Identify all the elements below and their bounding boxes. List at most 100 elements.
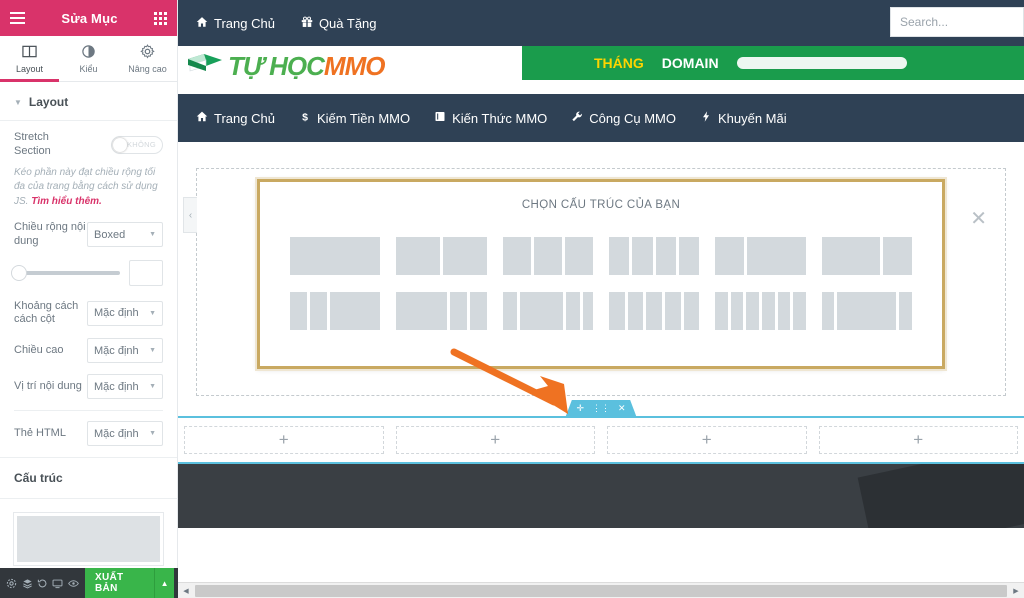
learn-more-link[interactable]: Tìm hiểu thêm. [31, 196, 102, 207]
chevron-down-icon: ▼ [149, 430, 156, 437]
divider [14, 410, 163, 411]
slider-handle[interactable] [11, 264, 27, 281]
columns-icon [22, 44, 37, 61]
tab-advanced-label: Nâng cao [128, 63, 167, 74]
structure-preset-two-thirds-one-third[interactable] [821, 237, 912, 275]
mainnav-item-knowledge[interactable]: Kiến Thức MMO [434, 110, 547, 126]
column-gap-select[interactable]: Mặc định ▼ [87, 300, 163, 326]
chevron-left-icon[interactable]: ‹ [183, 197, 197, 233]
mainnav-item-tools-label: Công Cụ MMO [589, 110, 676, 126]
monitor-icon[interactable] [50, 568, 65, 598]
structure-preview-thumbnail[interactable] [14, 513, 163, 565]
search-input[interactable]: Search... [890, 7, 1024, 37]
preset-column [533, 237, 562, 275]
plus-icon[interactable]: ✛ [576, 403, 584, 414]
image-shape [857, 464, 1024, 528]
contrast-icon [81, 44, 96, 61]
scroll-right-button[interactable]: ▶ [1008, 587, 1024, 595]
structure-preset-narrow-wide-narrow[interactable] [821, 292, 913, 330]
tab-advanced[interactable]: Nâng cao [118, 36, 177, 81]
panel-tabs: Layout Kiểu Nâng cao [0, 36, 177, 82]
edit-area: ‹ CHỌN CẤU TRÚC CỦA BẠN ✕ [178, 168, 1024, 416]
close-icon[interactable]: ✕ [970, 209, 987, 229]
preset-column [715, 237, 745, 275]
chevron-down-icon: ▼ [149, 347, 156, 354]
layout-section-header[interactable]: ▼ Layout [0, 82, 177, 121]
preset-column [520, 292, 563, 330]
structure-preset-1-column[interactable] [290, 237, 381, 275]
structure-preset-narrow-narrow-wide[interactable] [290, 292, 381, 330]
add-widget-column[interactable]: + [395, 426, 595, 454]
structure-preset-4-columns-equal[interactable] [609, 237, 700, 275]
mainnav-item-tools[interactable]: Công Cụ MMO [571, 110, 676, 126]
structure-preset-3-columns-equal[interactable] [502, 237, 593, 275]
structure-preset-2-columns-equal[interactable] [396, 237, 487, 275]
gear-icon[interactable] [4, 568, 19, 598]
structure-preset-narrow-wide-narrow-small[interactable] [502, 292, 593, 330]
home-icon [196, 16, 208, 31]
site-top-bar: Trang Chủ Quà Tặng Search... [178, 0, 1024, 46]
structure-preset-wide-narrow-narrow[interactable] [396, 292, 487, 330]
width-slider-input[interactable] [129, 259, 163, 286]
column-gap-value: Mặc định [94, 307, 139, 320]
preset-column [665, 292, 681, 330]
topnav-item-home-label: Trang Chủ [214, 15, 275, 31]
empty-section-placeholder[interactable]: ‹ CHỌN CẤU TRÚC CỦA BẠN ✕ [183, 168, 1006, 396]
new-section-zone: ✛ ⋮⋮ ✕ + + + + [178, 400, 1024, 464]
content-width-label: Chiều rộng nội dung [14, 221, 86, 247]
editor-canvas: Trang Chủ Quà Tặng Search... TỰ HỌCMMO T… [178, 0, 1024, 598]
scroll-left-button[interactable]: ◀ [178, 587, 194, 595]
tab-style-label: Kiểu [79, 63, 98, 74]
tab-layout[interactable]: Layout [0, 36, 59, 82]
structure-preset-grid [260, 211, 942, 330]
eye-icon[interactable] [66, 568, 81, 598]
add-widget-column[interactable]: + [818, 426, 1018, 454]
hamburger-icon[interactable] [10, 12, 25, 24]
stretch-help-text: Kéo phần này đạt chiều rộng tối đa của t… [14, 166, 163, 210]
structure-preset-six-columns-equal[interactable] [715, 292, 806, 330]
grid-icon[interactable] [153, 11, 167, 25]
html-tag-select[interactable]: Mặc định ▼ [87, 421, 163, 446]
page-content-image [178, 464, 1024, 528]
preset-column [309, 292, 327, 330]
topnav-item-gift[interactable]: Quà Tặng [301, 16, 377, 31]
mainnav-item-earn-money-label: Kiếm Tiền MMO [316, 110, 411, 126]
mainnav-item-earn-money[interactable]: $ Kiếm Tiền MMO [299, 110, 410, 126]
structure-section-header[interactable]: Cấu trúc [0, 457, 177, 499]
preset-column [747, 237, 806, 275]
topnav-item-home[interactable]: Trang Chủ [196, 16, 275, 31]
structure-preset-one-third-two-thirds[interactable] [715, 237, 806, 275]
editor-bottom-bar: XUẤT BẢN ▲ [0, 568, 178, 598]
add-widget-column[interactable]: + [184, 426, 384, 454]
grip-icon[interactable]: ⋮⋮ [592, 403, 610, 414]
structure-picker-title: CHỌN CẤU TRÚC CỦA BẠN [521, 199, 681, 211]
scrollbar-thumb[interactable] [195, 584, 1007, 597]
content-width-select[interactable]: Boxed ▼ [87, 222, 163, 248]
publish-options-button[interactable]: ▲ [154, 568, 175, 598]
preset-column [583, 292, 593, 330]
content-position-select[interactable]: Mặc định ▼ [87, 374, 163, 399]
bolt-icon [700, 110, 712, 126]
structure-preset-five-columns-equal[interactable] [609, 292, 700, 330]
history-icon[interactable] [35, 568, 50, 598]
mainnav-item-home[interactable]: Trang Chủ [196, 110, 275, 126]
site-logo[interactable]: TỰ HỌCMMO [178, 51, 385, 82]
height-select[interactable]: Mặc định ▼ [87, 338, 163, 363]
promo-banner[interactable]: THÁNG DOMAIN [522, 46, 1024, 80]
horizontal-scrollbar[interactable]: ◀ ▶ [178, 582, 1024, 598]
mainnav-item-knowledge-label: Kiến Thức MMO [452, 110, 548, 126]
width-slider[interactable] [11, 264, 120, 281]
tab-style[interactable]: Kiểu [59, 36, 118, 81]
add-widget-column[interactable]: + [607, 426, 807, 454]
close-icon[interactable]: ✕ [618, 403, 626, 414]
preset-column [655, 237, 676, 275]
preset-column [683, 292, 700, 330]
chevron-down-icon: ▼ [149, 309, 156, 317]
mainnav-item-promotions[interactable]: Khuyến Mãi [700, 110, 787, 126]
publish-button[interactable]: XUẤT BẢN [85, 568, 155, 598]
layers-icon[interactable] [19, 568, 34, 598]
toggle-knob [113, 137, 127, 152]
stretch-section-toggle[interactable]: KHÔNG [111, 135, 163, 154]
site-logo-text: TỰ HỌCMMO [228, 51, 385, 82]
preset-column [678, 237, 700, 275]
